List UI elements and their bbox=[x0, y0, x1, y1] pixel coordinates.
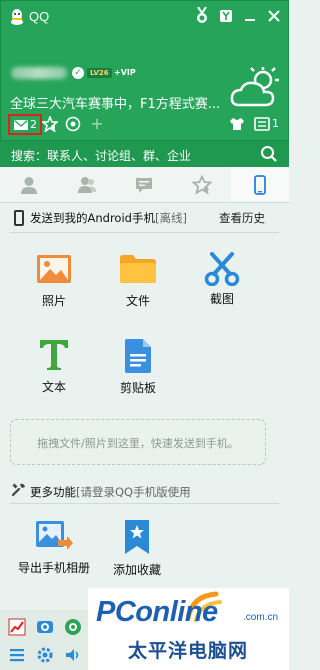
folder-icon bbox=[120, 255, 156, 283]
mail-button[interactable]: 2 bbox=[8, 114, 42, 135]
view-history-link[interactable]: 查看历史 bbox=[219, 210, 265, 226]
app-title: QQ bbox=[29, 9, 50, 24]
search-input[interactable]: 搜索：联系人、讨论组、群、企业 bbox=[11, 147, 191, 164]
signature-text[interactable]: 全球三大汽车赛事中，F1方程式赛... bbox=[10, 93, 220, 112]
header: QQ ✓ LV26 +VIP 全球三大汽车赛事中，F1方程式赛... 2 + 1 bbox=[0, 0, 289, 141]
feature-label: 照片 bbox=[41, 294, 66, 308]
tab-favorites[interactable] bbox=[173, 167, 231, 202]
tab-chats[interactable] bbox=[116, 167, 174, 202]
search-bar[interactable]: 搜索：联系人、讨论组、群、企业 bbox=[0, 141, 289, 167]
contacts-icon bbox=[20, 176, 37, 194]
text-icon bbox=[40, 340, 68, 370]
search-icon[interactable] bbox=[260, 145, 278, 163]
title-bar[interactable]: QQ bbox=[1, 1, 288, 31]
feature-file[interactable]: 文件 bbox=[103, 254, 173, 309]
main-tabs bbox=[0, 167, 289, 203]
watermark-brand: PConline bbox=[96, 596, 218, 628]
feature-label: 截图 bbox=[209, 292, 234, 306]
divider bbox=[10, 503, 279, 504]
device-name: 发送到我的Android手机 bbox=[30, 211, 155, 225]
feature-label: 文件 bbox=[125, 294, 150, 308]
zone-icon[interactable] bbox=[65, 116, 81, 132]
chat-icon bbox=[136, 177, 153, 193]
friends-icon bbox=[77, 176, 96, 193]
bottom-bar bbox=[0, 610, 88, 670]
add-app-icon[interactable]: + bbox=[89, 116, 105, 132]
nickname-blurred[interactable] bbox=[11, 67, 67, 79]
stock-chart-icon[interactable] bbox=[8, 618, 26, 636]
more-features-label: 更多功能 bbox=[30, 485, 76, 499]
mail-count: 2 bbox=[30, 118, 37, 131]
watermark-domain: .com.cn bbox=[243, 612, 279, 623]
feature-label: 导出手机相册 bbox=[17, 561, 90, 575]
device-status: [离线] bbox=[154, 211, 187, 225]
device-panel-header: 发送到我的Android手机[离线] 查看历史 bbox=[0, 206, 289, 230]
feature-screenshot[interactable]: 截图 bbox=[187, 252, 257, 307]
bookmark-icon bbox=[125, 520, 149, 554]
speaker-icon[interactable] bbox=[64, 646, 82, 664]
settings-icon[interactable] bbox=[36, 646, 54, 664]
wrench-icon bbox=[12, 483, 25, 497]
star-icon[interactable] bbox=[42, 116, 58, 132]
file-drop-zone[interactable]: 拖拽文件/照片到这里，快速发送到手机。 bbox=[10, 419, 266, 465]
qq-computer-manager-icon[interactable] bbox=[36, 618, 54, 636]
close-icon[interactable] bbox=[266, 8, 282, 24]
watermark-cn-name: 太平洋电脑网 bbox=[128, 640, 249, 662]
feature-add-bookmark[interactable]: 添加收藏 bbox=[102, 519, 172, 578]
phone-icon bbox=[254, 174, 266, 195]
main-menu-icon[interactable] bbox=[8, 646, 26, 664]
device-panel-title: 发送到我的Android手机[离线] bbox=[30, 210, 187, 226]
online-status-icon[interactable]: ✓ bbox=[72, 67, 84, 79]
photo-icon bbox=[37, 255, 71, 283]
minimize-icon[interactable] bbox=[242, 8, 258, 24]
feature-photo[interactable]: 照片 bbox=[19, 254, 89, 309]
divider bbox=[10, 232, 279, 233]
feature-export-album[interactable]: 导出手机相册 bbox=[12, 519, 96, 576]
feature-label: 添加收藏 bbox=[112, 563, 161, 577]
vip-badge[interactable]: +VIP bbox=[114, 67, 136, 79]
feature-label: 剪贴板 bbox=[119, 381, 156, 395]
favorites-icon bbox=[192, 174, 213, 195]
medal-icon[interactable] bbox=[194, 7, 210, 25]
feature-label: 文本 bbox=[41, 380, 66, 394]
app-box-count: 1 bbox=[272, 117, 279, 130]
skin-icon[interactable] bbox=[218, 8, 234, 24]
clipboard-icon bbox=[125, 339, 151, 373]
quick-toolbar: 2 + 1 bbox=[1, 114, 288, 135]
tab-device[interactable] bbox=[231, 167, 289, 202]
tab-contacts[interactable] bbox=[0, 167, 58, 202]
browser-icon[interactable] bbox=[64, 618, 82, 636]
more-features-header: 更多功能[请登录QQ手机版使用 bbox=[0, 480, 289, 502]
tab-friends[interactable] bbox=[58, 167, 116, 202]
more-features-note: [请登录QQ手机版使用 bbox=[76, 485, 191, 499]
mail-icon bbox=[14, 120, 28, 130]
feature-text[interactable]: 文本 bbox=[19, 338, 89, 395]
wardrobe-icon[interactable] bbox=[229, 116, 245, 132]
level-badge[interactable]: LV26 bbox=[87, 68, 112, 78]
weather-icon[interactable] bbox=[229, 67, 281, 107]
android-phone-icon bbox=[14, 210, 24, 226]
qq-logo-icon bbox=[11, 9, 23, 25]
more-features-title: 更多功能[请登录QQ手机版使用 bbox=[30, 484, 191, 500]
export-album-icon bbox=[36, 521, 73, 550]
pconline-watermark: PConline .com.cn 太平洋电脑网 bbox=[88, 588, 289, 670]
feature-clipboard[interactable]: 剪贴板 bbox=[103, 338, 173, 396]
scissors-icon bbox=[204, 252, 240, 286]
app-box-icon[interactable] bbox=[254, 116, 270, 132]
drop-zone-hint: 拖拽文件/照片到这里，快速发送到手机。 bbox=[37, 437, 239, 450]
